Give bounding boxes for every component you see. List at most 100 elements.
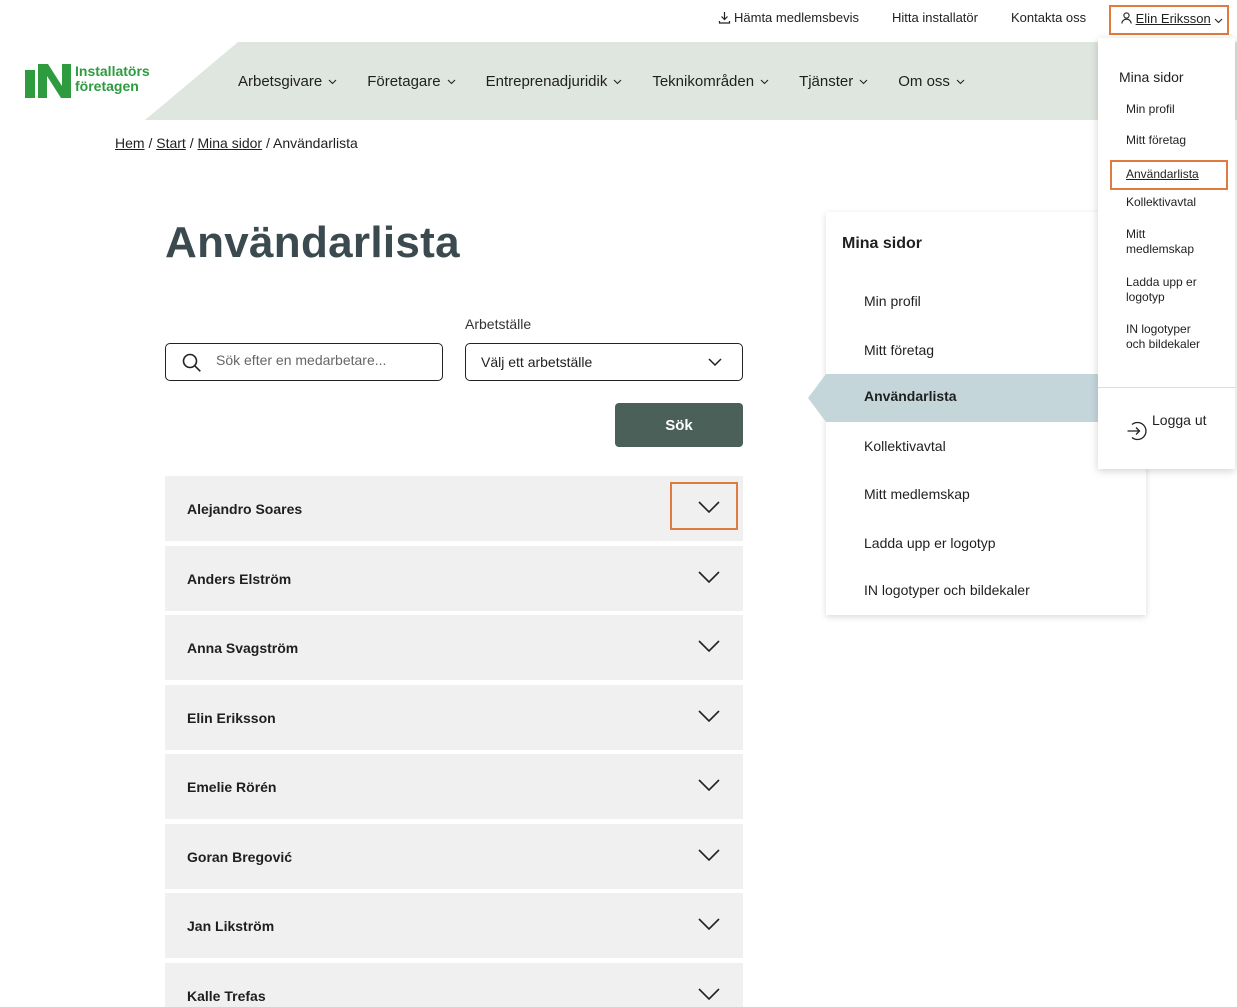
find-installer-link[interactable]: Hitta installatör [892,10,978,25]
user-row-name: Emelie Rörén [187,779,277,795]
chevron-down-icon [760,79,769,85]
side-menu-item-mitt-medlemskap[interactable]: Mitt medlemskap [864,486,970,502]
workplace-selected-value: Välj ett arbetställe [481,354,593,370]
chevron-down-icon [328,79,337,85]
chevron-down-icon [698,570,720,583]
side-menu-item-kollektivavtal[interactable]: Kollektivavtal [864,438,946,454]
download-icon [718,12,731,24]
contact-link[interactable]: Kontakta oss [1011,10,1086,25]
chevron-down-icon [447,79,455,85]
chevron-down-icon [698,640,720,652]
search-input[interactable] [216,352,431,368]
workplace-select[interactable]: Välj ett arbetställe [465,343,743,381]
user-row[interactable]: Emelie Rörén [165,754,743,819]
logo-text[interactable]: Installatörs företagen [75,64,150,94]
dropdown-item-kollektivavtal[interactable]: Kollektivavtal [1126,195,1226,210]
nav-item-arbetsgivare[interactable]: Arbetsgivare [238,73,337,90]
user-menu-button[interactable]: Elin Eriksson [1109,5,1229,35]
membership-proof-link[interactable]: Hämta medlemsbevis [718,10,859,25]
side-menu-item-min-profil[interactable]: Min profil [864,293,921,309]
user-row[interactable]: Kalle Trefas [165,962,743,1007]
user-dropdown: Mina sidor Min profil Mitt företag Använ… [1098,38,1235,469]
dropdown-item-mitt-medlemskap[interactable]: Mitt medlemskap [1126,227,1206,257]
expand-toggle[interactable] [670,760,738,808]
expand-toggle[interactable] [670,621,738,669]
user-list: Alejandro Soares Anders Elström Anna Sva… [165,476,743,1007]
expand-toggle[interactable] [670,552,738,600]
nav-item-entreprenadjuridik[interactable]: Entreprenadjuridik [486,73,623,90]
utility-bar: Hämta medlemsbevis Hitta installatör Kon… [0,0,1237,38]
dropdown-title: Mina sidor [1119,69,1184,85]
user-row[interactable]: Jan Likström [165,893,743,958]
side-menu-item-ladda-upp-logotyp[interactable]: Ladda upp er logotyp [864,535,996,551]
nav-label: Entreprenadjuridik [485,73,608,90]
chevron-down-icon [698,501,720,513]
search-field[interactable] [165,343,443,381]
breadcrumb-separator: / [148,135,153,151]
membership-proof-label: Hämta medlemsbevis [734,10,859,25]
user-row[interactable]: Anders Elström [165,545,743,611]
nav-item-teknikomraden[interactable]: Teknikområden [652,73,769,90]
user-row-name: Elin Eriksson [187,709,276,726]
workplace-label: Arbetställe [465,316,532,332]
user-row-name: Alejandro Soares [187,501,303,517]
search-button[interactable]: Sök [615,403,743,447]
nav-item-om-oss[interactable]: Om oss [898,73,965,90]
nav-label: Teknikområden [652,73,755,90]
expand-toggle[interactable] [670,691,738,739]
nav-label: Om oss [898,73,950,90]
nav-label: Arbetsgivare [238,73,323,90]
nav-label: Företagare [367,73,441,90]
dropdown-item-ladda-upp-logotyp[interactable]: Ladda upp er logotyp [1126,275,1206,305]
main-nav: Arbetsgivare Företagare Entreprenadjurid… [238,73,995,90]
chevron-down-icon [698,987,720,1000]
logo-line-1: Installatörs [75,63,150,79]
user-row-name: Anna Svagström [187,640,299,656]
chevron-down-icon [956,79,965,85]
chevron-down-icon [698,779,720,791]
user-row[interactable]: Anna Svagström [165,615,743,680]
side-menu-item-mitt-foretag[interactable]: Mitt företag [864,342,934,358]
active-marker-icon [808,374,826,422]
breadcrumb-home[interactable]: Hem [115,135,145,151]
nav-item-foretagare[interactable]: Företagare [367,73,455,90]
chevron-down-icon [1215,18,1223,24]
search-icon [182,353,201,372]
breadcrumb-my-pages[interactable]: Mina sidor [197,135,262,151]
user-row[interactable]: Alejandro Soares [165,476,743,541]
expand-toggle[interactable] [670,482,738,530]
user-row[interactable]: Elin Eriksson [165,684,743,750]
dropdown-divider [1098,387,1235,388]
chevron-down-icon [698,848,720,861]
dropdown-item-mitt-foretag[interactable]: Mitt företag [1126,133,1226,148]
user-row-name: Kalle Trefas [187,987,266,1004]
nav-item-tjanster[interactable]: Tjänster [799,73,868,90]
breadcrumb-separator: / [189,135,194,151]
user-row-name: Anders Elström [187,570,292,587]
chevron-down-icon [613,79,622,85]
breadcrumb: Hem / Start / Mina sidor / Användarlista [115,135,358,151]
user-icon [1121,12,1132,24]
expand-toggle[interactable] [670,899,738,947]
user-row-name: Goran Bregović [187,848,293,865]
logo[interactable] [25,62,71,103]
side-menu-item-in-logotyper[interactable]: IN logotyper och bildekaler [864,582,1030,598]
expand-toggle[interactable] [670,969,738,1007]
breadcrumb-start[interactable]: Start [156,135,186,151]
expand-toggle[interactable] [670,830,738,878]
user-row[interactable]: Goran Bregović [165,823,743,889]
logout-icon [1127,421,1147,441]
side-menu-item-anvandarlista[interactable]: Användarlista [864,388,957,404]
in-logo-icon [25,64,71,98]
chevron-down-icon [698,918,720,930]
logout-label: Logga ut [1152,412,1207,428]
user-name: Elin Eriksson [1135,11,1211,26]
user-row-name: Jan Likström [187,918,275,934]
logo-line-2: företagen [75,78,139,94]
chevron-down-icon [708,358,722,366]
side-menu-title: Mina sidor [842,235,923,252]
dropdown-item-anvandarlista[interactable]: Användarlista [1110,160,1228,190]
dropdown-item-in-logotyper[interactable]: IN logotyper och bildekaler [1126,322,1201,352]
page-title: Användarlista [165,218,460,267]
dropdown-item-min-profil[interactable]: Min profil [1126,102,1226,117]
